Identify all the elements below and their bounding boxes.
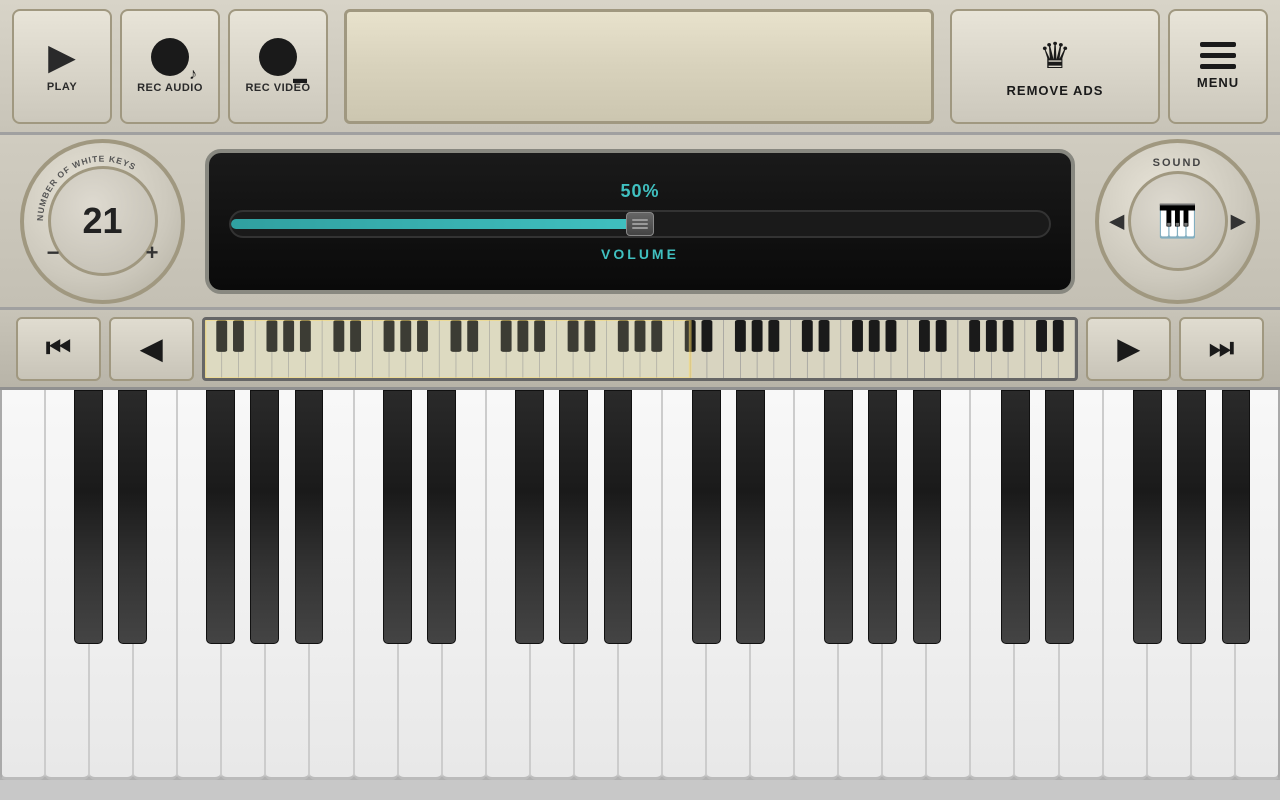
black-key[interactable] bbox=[692, 390, 721, 644]
black-key[interactable] bbox=[427, 390, 456, 644]
skip-forward-button[interactable]: ⏭ bbox=[1179, 317, 1264, 381]
sound-knob[interactable]: SOUND 🎹 ◀ ▶ bbox=[1095, 139, 1260, 304]
nav-bar: ⏮ ◀ ▶ ⏭ bbox=[0, 310, 1280, 390]
piano-container bbox=[0, 390, 1280, 780]
black-key[interactable] bbox=[736, 390, 765, 644]
white-keys-knob[interactable]: NUMBER OF WHITE KEYS 21 − + bbox=[20, 139, 185, 304]
rec-video-button[interactable]: REC VIDEO bbox=[228, 9, 328, 124]
black-key[interactable] bbox=[1001, 390, 1030, 644]
remove-ads-label: REMOVE ADS bbox=[1007, 83, 1104, 98]
back-button[interactable]: ◀ bbox=[109, 317, 194, 381]
rec-audio-icon bbox=[151, 38, 189, 76]
rec-audio-button[interactable]: REC AUDIO bbox=[120, 9, 220, 124]
display-area bbox=[344, 9, 934, 124]
middle-bar: NUMBER OF WHITE KEYS 21 − + 50% VOLUME S… bbox=[0, 135, 1280, 310]
black-key[interactable] bbox=[1222, 390, 1251, 644]
black-key[interactable] bbox=[559, 390, 588, 644]
top-bar: ▶ PLAY REC AUDIO REC VIDEO ♛ REMOVE ADS … bbox=[0, 0, 1280, 135]
black-key[interactable] bbox=[1133, 390, 1162, 644]
play-button[interactable]: ▶ PLAY bbox=[12, 9, 112, 124]
keyboard-mini bbox=[202, 317, 1078, 381]
thumb-line-3 bbox=[632, 227, 648, 229]
volume-percent: 50% bbox=[620, 181, 659, 202]
white-keys-row bbox=[0, 390, 1280, 780]
black-key[interactable] bbox=[868, 390, 897, 644]
black-key[interactable] bbox=[604, 390, 633, 644]
keys-minus-button[interactable]: − bbox=[38, 238, 68, 268]
forward-button[interactable]: ▶ bbox=[1086, 317, 1171, 381]
thumb-line-1 bbox=[632, 219, 648, 221]
remove-ads-button[interactable]: ♛ REMOVE ADS bbox=[950, 9, 1160, 124]
volume-thumb[interactable] bbox=[626, 212, 654, 236]
skip-back-icon: ⏮ bbox=[46, 332, 71, 365]
black-key[interactable] bbox=[295, 390, 324, 644]
volume-container: 50% VOLUME bbox=[205, 149, 1075, 294]
svg-text:NUMBER OF WHITE KEYS: NUMBER OF WHITE KEYS bbox=[35, 153, 138, 221]
forward-icon: ▶ bbox=[1118, 332, 1140, 365]
play-label: PLAY bbox=[47, 81, 77, 93]
black-key[interactable] bbox=[1045, 390, 1074, 644]
crown-icon: ♛ bbox=[1039, 35, 1071, 77]
play-icon: ▶ bbox=[48, 39, 76, 75]
black-key[interactable] bbox=[515, 390, 544, 644]
sound-prev-button[interactable]: ◀ bbox=[1109, 209, 1124, 234]
back-icon: ◀ bbox=[141, 332, 163, 365]
hamburger-icon bbox=[1200, 42, 1236, 69]
menu-label: MENU bbox=[1197, 75, 1239, 90]
sound-knob-inner: 🎹 bbox=[1128, 171, 1228, 271]
sound-label: SOUND bbox=[1153, 157, 1203, 169]
keys-plus-button[interactable]: + bbox=[137, 238, 167, 268]
black-key[interactable] bbox=[824, 390, 853, 644]
white-key[interactable] bbox=[0, 390, 45, 780]
sound-next-button[interactable]: ▶ bbox=[1231, 209, 1246, 234]
skip-forward-icon: ⏭ bbox=[1209, 332, 1234, 365]
black-key[interactable] bbox=[118, 390, 147, 644]
volume-label: VOLUME bbox=[601, 246, 679, 262]
black-key[interactable] bbox=[206, 390, 235, 644]
volume-track[interactable] bbox=[229, 210, 1051, 238]
rec-video-icon bbox=[259, 38, 297, 76]
volume-fill bbox=[231, 219, 640, 229]
black-key[interactable] bbox=[1177, 390, 1206, 644]
thumb-line-2 bbox=[632, 223, 648, 225]
skip-back-button[interactable]: ⏮ bbox=[16, 317, 101, 381]
menu-button[interactable]: MENU bbox=[1168, 9, 1268, 124]
black-key[interactable] bbox=[74, 390, 103, 644]
black-key[interactable] bbox=[250, 390, 279, 644]
black-key[interactable] bbox=[913, 390, 942, 644]
black-key[interactable] bbox=[383, 390, 412, 644]
mini-white-keys bbox=[205, 320, 1075, 378]
piano-instrument-icon: 🎹 bbox=[1158, 202, 1198, 240]
